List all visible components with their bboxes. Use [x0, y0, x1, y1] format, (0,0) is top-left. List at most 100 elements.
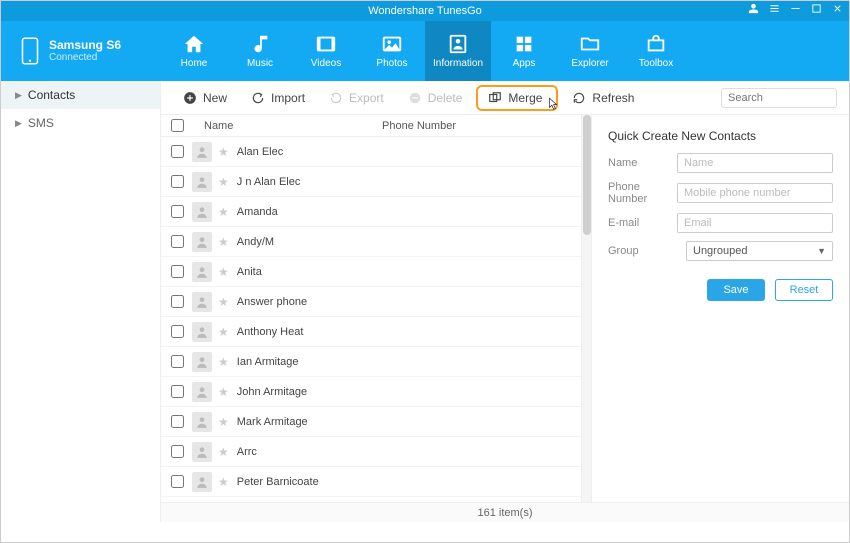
merge-button[interactable]: Merge	[476, 85, 558, 111]
avatar	[192, 142, 212, 162]
import-button[interactable]: Import	[241, 87, 315, 109]
row-checkbox[interactable]	[171, 235, 184, 248]
row-checkbox[interactable]	[171, 415, 184, 428]
star-icon[interactable]: ★	[218, 355, 229, 369]
table-row[interactable]: ★Amanda	[161, 197, 581, 227]
table-row[interactable]: ★ Peter Barnicoate	[161, 467, 581, 497]
star-icon[interactable]: ★	[218, 415, 229, 429]
user-icon[interactable]	[748, 1, 759, 21]
row-checkbox[interactable]	[171, 175, 184, 188]
sidebar-item-contacts[interactable]: ▶ Contacts	[1, 81, 160, 109]
nav-label: Information	[433, 58, 483, 69]
email-field[interactable]	[677, 213, 833, 233]
table-row[interactable]: ★Arrc	[161, 437, 581, 467]
close-icon[interactable]	[832, 1, 843, 21]
table-row[interactable]: ★ Anita	[161, 257, 581, 287]
nav-explorer[interactable]: Explorer	[557, 21, 623, 81]
row-checkbox[interactable]	[171, 475, 184, 488]
name-field[interactable]	[677, 153, 833, 173]
minimize-icon[interactable]	[790, 1, 801, 21]
title-bar: Wondershare TunesGo	[1, 1, 849, 21]
nav-photos[interactable]: Photos	[359, 21, 425, 81]
nav-music[interactable]: Music	[227, 21, 293, 81]
group-select[interactable]: Ungrouped ▼	[686, 241, 833, 261]
sidebar-item-sms[interactable]: ▶ SMS	[1, 109, 160, 137]
menu-icon[interactable]	[769, 1, 780, 21]
nav-label: Toolbox	[639, 58, 673, 69]
row-checkbox[interactable]	[171, 205, 184, 218]
delete-button[interactable]: Delete	[398, 87, 473, 109]
table-row[interactable]: ★ J n Alan Elec	[161, 167, 581, 197]
nav-videos[interactable]: Videos	[293, 21, 359, 81]
star-icon[interactable]: ★	[218, 265, 229, 279]
contact-name: Alan Elec	[237, 146, 369, 158]
table-row[interactable]: ★Ian Armitage	[161, 347, 581, 377]
phone-field[interactable]	[677, 183, 833, 203]
star-icon[interactable]: ★	[218, 295, 229, 309]
contact-name: Anita	[237, 266, 369, 278]
button-label: Refresh	[592, 91, 634, 105]
quick-create-panel: Quick Create New Contacts Name Phone Num…	[591, 115, 849, 502]
column-header-name[interactable]: Name	[192, 120, 382, 132]
chevron-right-icon: ▶	[15, 118, 22, 129]
star-icon[interactable]: ★	[218, 145, 229, 159]
reset-button[interactable]: Reset	[775, 279, 833, 301]
button-label: New	[203, 91, 227, 105]
star-icon[interactable]: ★	[218, 175, 229, 189]
button-label: Delete	[428, 91, 463, 105]
star-icon[interactable]: ★	[218, 385, 229, 399]
star-icon[interactable]: ★	[218, 475, 229, 489]
nav-information[interactable]: Information	[425, 21, 491, 81]
sidebar-item-label: Contacts	[28, 88, 75, 102]
new-button[interactable]: New	[173, 87, 237, 109]
scrollbar[interactable]	[581, 115, 591, 502]
contact-name: Andy/M	[237, 236, 369, 248]
status-bar: 161 item(s)	[161, 502, 849, 522]
table-row[interactable]: ★ Anthony Heat	[161, 317, 581, 347]
contacts-table: Name Phone Number ★ Alan Elec ★ J n Alan El…	[161, 115, 581, 502]
search-box[interactable]	[721, 88, 837, 108]
avatar	[192, 202, 212, 222]
panel-title: Quick Create New Contacts	[608, 129, 833, 143]
avatar	[192, 172, 212, 192]
field-label-phone: Phone Number	[608, 181, 677, 205]
nav-toolbox[interactable]: Toolbox	[623, 21, 689, 81]
star-icon[interactable]: ★	[218, 205, 229, 219]
nav-home[interactable]: Home	[161, 21, 227, 81]
field-label-group: Group	[608, 245, 686, 257]
table-row[interactable]: ★ Alan Elec	[161, 137, 581, 167]
refresh-button[interactable]: Refresh	[562, 87, 644, 109]
star-icon[interactable]: ★	[218, 235, 229, 249]
table-row[interactable]: ★Mark Armitage	[161, 407, 581, 437]
row-checkbox[interactable]	[171, 295, 184, 308]
save-button[interactable]: Save	[707, 279, 765, 301]
contact-name: Peter Barnicoate	[237, 476, 369, 488]
table-row[interactable]: ★Answer phone	[161, 287, 581, 317]
device-box[interactable]: Samsung S6 Connected	[1, 21, 161, 81]
avatar	[192, 382, 212, 402]
row-checkbox[interactable]	[171, 325, 184, 338]
row-checkbox[interactable]	[171, 385, 184, 398]
table-row[interactable]: ★John Armitage	[161, 377, 581, 407]
star-icon[interactable]: ★	[218, 325, 229, 339]
avatar	[192, 412, 212, 432]
table-row[interactable]: ★ Andy/M	[161, 227, 581, 257]
nav-label: Photos	[376, 58, 407, 69]
select-all-checkbox[interactable]	[171, 119, 184, 132]
contact-name: J n Alan Elec	[237, 176, 369, 188]
window-controls	[748, 1, 843, 21]
export-button[interactable]: Export	[319, 87, 394, 109]
search-input[interactable]	[728, 92, 850, 104]
nav-label: Explorer	[571, 58, 608, 69]
contact-name: Anthony Heat	[237, 326, 369, 338]
main-nav: Samsung S6 Connected Home Music Videos P…	[1, 21, 849, 81]
column-header-phone[interactable]: Phone Number	[382, 120, 456, 132]
row-checkbox[interactable]	[171, 355, 184, 368]
row-checkbox[interactable]	[171, 265, 184, 278]
nav-apps[interactable]: Apps	[491, 21, 557, 81]
row-checkbox[interactable]	[171, 145, 184, 158]
scroll-thumb[interactable]	[583, 115, 591, 235]
star-icon[interactable]: ★	[218, 445, 229, 459]
maximize-icon[interactable]	[811, 1, 822, 21]
row-checkbox[interactable]	[171, 445, 184, 458]
